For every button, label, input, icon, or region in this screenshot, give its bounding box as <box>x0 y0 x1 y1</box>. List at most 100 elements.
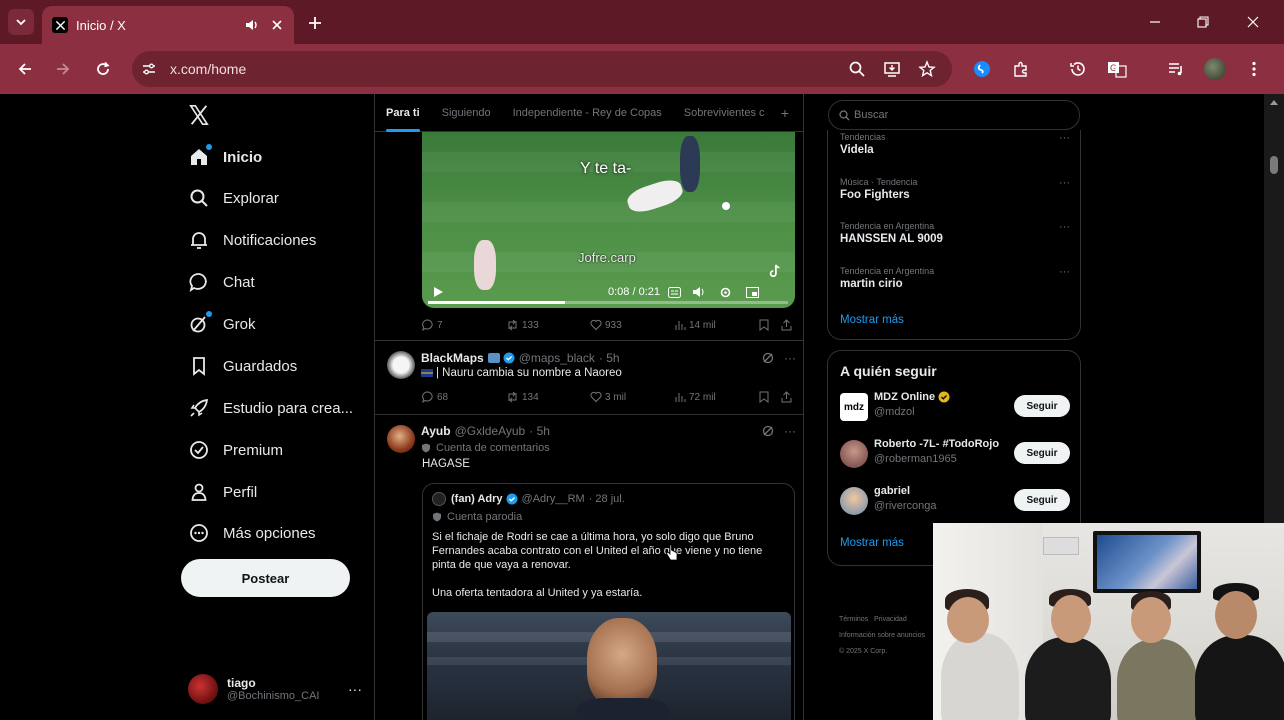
reply-button[interactable]: 7 <box>422 319 443 331</box>
more-dots-icon[interactable]: ··· <box>784 351 796 365</box>
follow-button[interactable]: Seguir <box>1014 395 1070 417</box>
trend-item[interactable]: Tendencias Videla ··· <box>840 132 1070 156</box>
show-more-trends-link[interactable]: Mostrar más <box>840 314 904 326</box>
media-control-button[interactable] <box>1164 57 1188 81</box>
sidebar-item-mas-opciones[interactable]: Más opciones <box>188 519 316 547</box>
author-handle[interactable]: @GxldeAyub <box>455 424 526 438</box>
zoom-button[interactable] <box>845 57 869 81</box>
browser-menu-button[interactable] <box>1242 57 1266 81</box>
install-app-button[interactable] <box>880 57 904 81</box>
author-name[interactable]: BlackMaps <box>421 351 484 365</box>
play-icon[interactable] <box>431 285 445 299</box>
browser-tab-active[interactable]: Inicio / X <box>42 6 294 44</box>
translate-button[interactable]: G <box>1105 57 1129 81</box>
sidebar-item-notificaciones[interactable]: Notificaciones <box>188 226 316 254</box>
share-button[interactable] <box>781 391 795 403</box>
bookmark-star-button[interactable] <box>915 57 939 81</box>
follow-suggestion[interactable]: mdz MDZ Online @mdzol Seguir <box>840 391 1070 425</box>
history-button[interactable] <box>1066 57 1090 81</box>
views-button[interactable]: 72 mil <box>674 391 716 403</box>
privacy-link[interactable]: Privacidad <box>874 616 907 623</box>
settings-gear-icon[interactable] <box>718 285 732 299</box>
more-dots-icon[interactable]: ··· <box>784 424 796 438</box>
show-more-follow-link[interactable]: Mostrar más <box>840 537 904 549</box>
quoted-tweet[interactable]: (fan) Adry @Adry__RM · 28 jul. Cuenta pa… <box>422 483 795 720</box>
x-logo-icon[interactable] <box>188 104 212 128</box>
ads-info-link[interactable]: Información sobre anuncios <box>839 632 925 639</box>
grok-icon[interactable] <box>762 425 774 437</box>
back-button[interactable] <box>12 56 38 82</box>
restore-button[interactable] <box>1191 10 1215 34</box>
sidebar-item-guardados[interactable]: Guardados <box>188 352 297 380</box>
terms-link[interactable]: Términos <box>839 616 868 623</box>
volume-icon[interactable] <box>692 285 706 299</box>
sidebar-item-perfil[interactable]: Perfil <box>188 478 257 506</box>
address-bar[interactable]: x.com/home <box>132 51 952 87</box>
site-info-icon[interactable] <box>140 60 158 78</box>
video-player[interactable]: Y te ta- Jofre.carp 0:08 / 0:21 <box>422 132 795 308</box>
player-figure <box>474 240 496 290</box>
sidebar-item-inicio[interactable]: Inicio <box>188 143 262 171</box>
like-button[interactable]: 3 mil <box>590 391 626 403</box>
new-tab-button[interactable] <box>304 12 326 34</box>
shazam-extension-button[interactable] <box>970 57 994 81</box>
like-button[interactable]: 933 <box>590 319 622 331</box>
sidebar-item-estudio[interactable]: Estudio para crea... <box>188 394 353 422</box>
grok-icon[interactable] <box>762 352 774 364</box>
follow-button[interactable]: Seguir <box>1014 489 1070 511</box>
page-scrollbar[interactable] <box>1264 94 1284 523</box>
sidebar-item-grok[interactable]: Grok <box>188 310 256 338</box>
avatar[interactable] <box>387 425 415 453</box>
tweet-time[interactable]: · 5h <box>529 424 550 438</box>
more-dots-icon[interactable]: ··· <box>1059 177 1070 189</box>
repost-button[interactable]: 134 <box>506 391 539 403</box>
add-tab-plus-icon[interactable]: + <box>781 105 789 121</box>
reload-button[interactable] <box>90 56 116 82</box>
minimize-button[interactable] <box>1143 10 1167 34</box>
follow-suggestion[interactable]: Roberto -7L- #TodoRojo @roberman1965 Seg… <box>840 438 1070 472</box>
trend-item[interactable]: Música · Tendencia Foo Fighters ··· <box>840 177 1070 201</box>
tab-para-ti[interactable]: Para ti <box>375 94 431 132</box>
scroll-up-arrow-icon[interactable] <box>1269 98 1279 106</box>
sidebar-item-chat[interactable]: Chat <box>188 268 255 296</box>
repost-button[interactable]: 133 <box>506 319 539 331</box>
account-handle: @Bochinismo_CAI <box>227 690 320 702</box>
quote-image[interactable] <box>427 612 791 720</box>
avatar[interactable] <box>387 351 415 379</box>
author-name[interactable]: Ayub <box>421 424 451 438</box>
author-handle[interactable]: @maps_black <box>519 351 595 365</box>
forward-button[interactable] <box>50 56 76 82</box>
captions-icon[interactable] <box>667 285 681 299</box>
video-progress-bar[interactable] <box>428 301 788 304</box>
scrollbar-thumb[interactable] <box>1270 156 1278 174</box>
close-window-button[interactable] <box>1241 10 1265 34</box>
close-tab-icon[interactable] <box>270 18 284 32</box>
more-dots-icon[interactable]: ··· <box>1059 132 1070 144</box>
tweet-time[interactable]: · 5h <box>599 351 620 365</box>
bookmark-button[interactable] <box>759 319 772 331</box>
more-dots-icon[interactable]: ··· <box>1059 221 1070 233</box>
bookmark-button[interactable] <box>759 391 772 403</box>
shazam-icon <box>974 61 990 77</box>
tab-search-button[interactable] <box>8 9 34 35</box>
sidebar-item-premium[interactable]: Premium <box>188 436 283 464</box>
search-box[interactable]: Buscar <box>828 100 1080 130</box>
tab-independiente[interactable]: Independiente - Rey de Copas <box>502 94 673 132</box>
sidebar-item-explorar[interactable]: Explorar <box>188 184 279 212</box>
extensions-button[interactable] <box>1009 57 1033 81</box>
profile-avatar-button[interactable] <box>1203 57 1227 81</box>
account-switcher[interactable]: tiago @Bochinismo_CAI ··· <box>188 669 368 709</box>
reply-button[interactable]: 68 <box>422 391 448 403</box>
share-button[interactable] <box>781 319 795 331</box>
tab-sobrevivientes[interactable]: Sobrevivientes c <box>673 94 776 132</box>
pip-icon[interactable] <box>745 285 759 299</box>
views-button[interactable]: 14 mil <box>674 319 716 331</box>
trend-item[interactable]: Tendencia en Argentina martin cirio ··· <box>840 266 1070 290</box>
follow-suggestion[interactable]: gabriel @riverconga Seguir <box>840 485 1070 519</box>
follow-button[interactable]: Seguir <box>1014 442 1070 464</box>
post-button[interactable]: Postear <box>181 559 350 597</box>
tab-siguiendo[interactable]: Siguiendo <box>431 94 502 132</box>
trend-item[interactable]: Tendencia en Argentina HANSSEN AL 9009 ·… <box>840 221 1070 245</box>
more-dots-icon[interactable]: ··· <box>1059 266 1070 278</box>
speaker-icon[interactable] <box>244 17 260 33</box>
